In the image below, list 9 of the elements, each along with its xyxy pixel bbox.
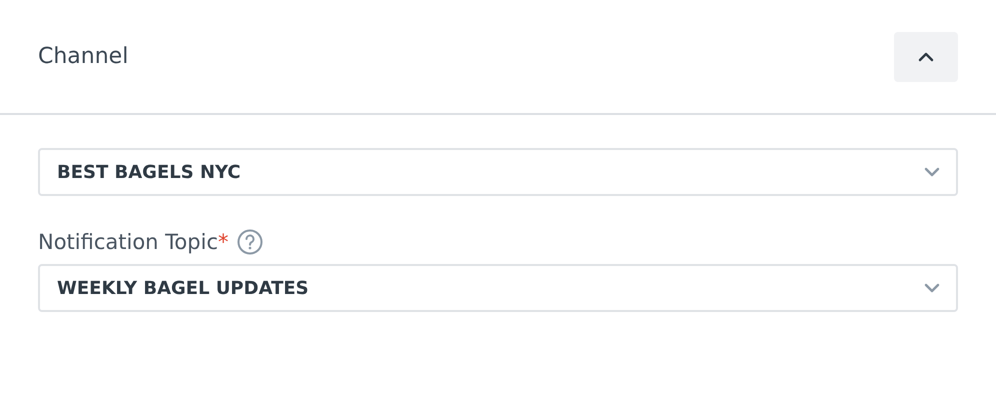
required-mark: * (218, 230, 228, 254)
field-label: Notification Topic (38, 230, 218, 254)
help-icon[interactable] (236, 229, 262, 255)
caret-up-icon (918, 52, 934, 62)
chevron-down-icon (924, 283, 940, 293)
dropdown-select[interactable]: WEEKLY BAGEL UPDATES (38, 264, 958, 312)
chevron-down-icon (924, 167, 940, 177)
dropdown-select[interactable]: BEST BAGELS NYC (38, 148, 958, 196)
section-title: Channel (38, 44, 128, 69)
